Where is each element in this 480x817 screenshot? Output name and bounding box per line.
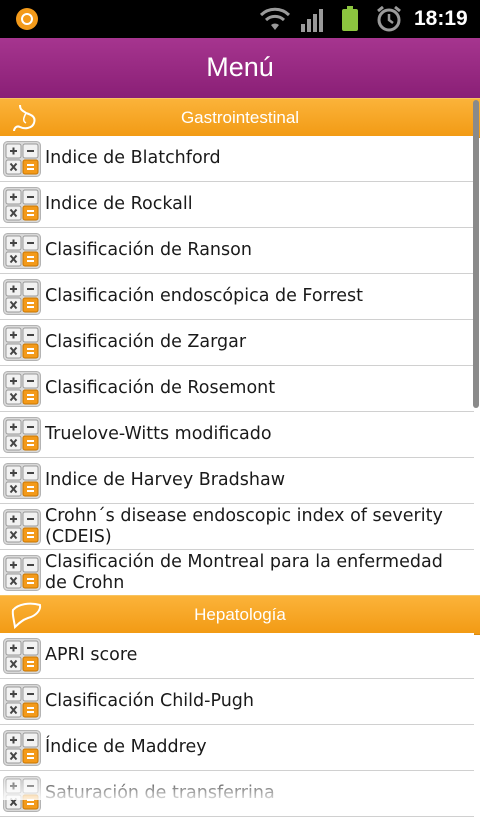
section-label: Gastrointestinal — [180, 108, 300, 127]
battery-icon — [342, 6, 358, 31]
calculator-icon — [3, 509, 41, 545]
app-notification-icon — [16, 8, 38, 30]
list-item-apri-score[interactable]: APRI score — [0, 633, 474, 679]
list-item-truelove-witts-modificado[interactable]: Truelove-Witts modificado — [0, 412, 474, 458]
list-item-label: Índice de Maddrey — [45, 737, 207, 757]
calculator-icon — [3, 187, 41, 223]
list-item-crohn-s-disease-endoscopic-index-of-severity-cdeis[interactable]: Crohn´s disease endoscopic index of seve… — [0, 504, 474, 550]
list-item-label: Clasificación de Zargar — [45, 332, 247, 352]
calculator-icon — [3, 555, 41, 591]
list-item-label: Indice de Rockall — [45, 194, 193, 214]
list-item-label: Clasificación de Ranson — [45, 240, 252, 260]
list-item-clasificacion-de-zargar[interactable]: Clasificación de Zargar — [0, 320, 474, 366]
list-item-label: Clasificación Child-Pugh — [45, 691, 254, 711]
calculator-icon — [3, 776, 41, 812]
list-item-indice-de-harvey-bradshaw[interactable]: Indice de Harvey Bradshaw — [0, 458, 474, 504]
title-bar: Menú — [0, 38, 480, 98]
scrollbar[interactable] — [473, 100, 479, 408]
list-item-clasificacion-child-pugh[interactable]: Clasificación Child-Pugh — [0, 679, 474, 725]
calculator-icon — [3, 684, 41, 720]
list-item-indice-de-maddrey[interactable]: Índice de Maddrey — [0, 725, 474, 771]
calculator-icon — [3, 730, 41, 766]
list-item-label: Crohn´s disease endoscopic index of seve… — [45, 505, 443, 547]
list-item-label: Clasificación endoscópica de Forrest — [45, 286, 364, 306]
page-title: Menú — [206, 52, 274, 82]
calculator-icon — [3, 325, 41, 361]
section-label: Hepatología — [194, 605, 286, 624]
calculator-icon — [3, 141, 41, 177]
list-item-label: Indice de Blatchford — [45, 148, 221, 168]
list-item-clasificacion-de-montreal-para-la-enfermedad-de-crohn[interactable]: Clasificación de Montreal para la enferm… — [0, 550, 474, 596]
signal-icon — [301, 9, 323, 32]
calculator-icon — [3, 371, 41, 407]
clock: 18:19 — [414, 7, 468, 30]
calculator-icon — [3, 233, 41, 269]
list-item-label: APRI score — [45, 645, 138, 665]
status-bar: 18:19 — [0, 0, 480, 38]
list-item-label: Saturación de transferrina — [45, 783, 275, 803]
list-item-indice-de-blatchford[interactable]: Indice de Blatchford — [0, 136, 474, 182]
list-item-label: Clasificación de Rosemont — [45, 378, 276, 398]
list-item-label: Truelove-Witts modificado — [45, 424, 272, 444]
calculator-icon — [3, 638, 41, 674]
calculator-icon — [3, 417, 41, 453]
wifi-icon — [259, 7, 291, 30]
list-item-clasificacion-de-ranson[interactable]: Clasificación de Ranson — [0, 228, 474, 274]
list-item-clasificacion-endoscopica-de-forrest[interactable]: Clasificación endoscópica de Forrest — [0, 274, 474, 320]
list-item-saturacion-de-transferrina[interactable]: Saturación de transferrina — [0, 771, 474, 817]
calculator-icon — [3, 279, 41, 315]
list-item-label: Indice de Harvey Bradshaw — [45, 470, 286, 490]
section-header-hepatologia: Hepatología — [0, 595, 480, 635]
calculator-icon — [3, 463, 41, 499]
section-header-gastrointestinal: Gastrointestinal — [0, 98, 480, 138]
alarm-icon — [377, 5, 401, 32]
list-item-indice-de-rockall[interactable]: Indice de Rockall — [0, 182, 474, 228]
list-item-clasificacion-de-rosemont[interactable]: Clasificación de Rosemont — [0, 366, 474, 412]
list-item-label: Clasificación de Montreal para la enferm… — [45, 551, 443, 593]
